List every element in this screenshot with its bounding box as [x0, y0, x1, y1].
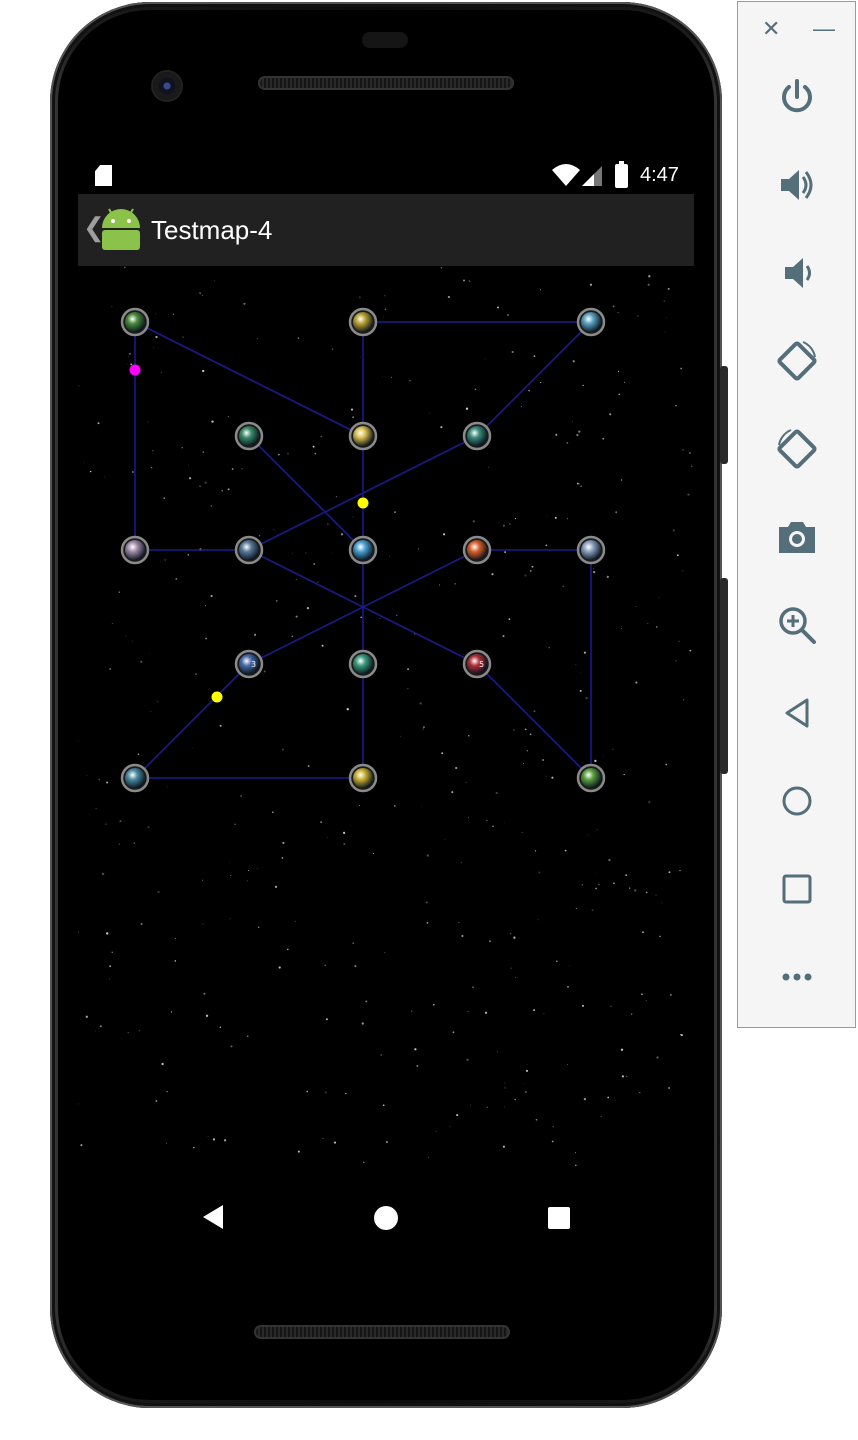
volume-up-icon — [781, 170, 813, 200]
planet-node[interactable] — [576, 307, 606, 337]
screenshot-button[interactable] — [774, 514, 820, 560]
status-bar: 4:47 — [78, 158, 694, 194]
planet-node[interactable] — [348, 535, 378, 565]
earpiece-speaker — [258, 76, 514, 90]
navigation-bar — [78, 1176, 694, 1260]
planet-icon — [581, 312, 601, 332]
overview-icon — [782, 874, 812, 904]
nav-home-button[interactable] — [374, 1206, 398, 1230]
close-icon[interactable]: ✕ — [762, 18, 780, 40]
planet-icon — [125, 312, 145, 332]
android-logo-icon — [102, 208, 140, 250]
planet-icon — [353, 654, 373, 674]
status-time: 4:47 — [640, 164, 679, 186]
planet-node[interactable] — [348, 307, 378, 337]
planet-node[interactable] — [348, 649, 378, 679]
power-icon — [782, 79, 812, 113]
planet-node[interactable] — [120, 307, 150, 337]
planet-icon — [353, 312, 373, 332]
signal-icon — [582, 166, 602, 186]
planet-node[interactable] — [234, 421, 264, 451]
sd-card-icon — [95, 165, 112, 186]
app-title: Testmap-4 — [151, 215, 273, 245]
zoom-icon — [779, 607, 816, 644]
planet-icon — [125, 540, 145, 560]
planet-node[interactable] — [348, 763, 378, 793]
planet-icon — [239, 426, 259, 446]
map-canvas[interactable]: 35 — [78, 266, 694, 1176]
game-map[interactable]: 35 — [78, 266, 694, 1176]
planet-node[interactable]: 5 — [462, 649, 492, 679]
emulator-toolbar: ✕ — — [737, 1, 856, 1028]
rotate-right-button[interactable] — [774, 426, 820, 472]
more-icon — [782, 973, 812, 981]
wifi-icon — [552, 164, 580, 186]
hyperlane — [476, 663, 592, 779]
planet-icon — [467, 426, 487, 446]
planet-icon — [467, 540, 487, 560]
planet-node[interactable] — [120, 535, 150, 565]
nav-recents-button[interactable] — [548, 1207, 570, 1229]
planet-icon — [581, 768, 601, 788]
side-button-power[interactable] — [720, 366, 728, 464]
nav-back-button[interactable] — [203, 1205, 223, 1229]
volume-up-button[interactable] — [774, 162, 820, 208]
fleet-marker[interactable] — [129, 364, 141, 376]
minimize-icon[interactable]: — — [813, 18, 835, 40]
more-button[interactable] — [774, 954, 820, 1000]
planet-icon — [125, 768, 145, 788]
back-icon — [785, 698, 809, 728]
camera-icon — [779, 522, 815, 553]
planet-label: 5 — [479, 660, 484, 669]
rotate-right-icon — [777, 429, 817, 469]
power-button[interactable] — [774, 74, 820, 120]
top-notch — [362, 32, 408, 48]
planet-node[interactable] — [234, 535, 264, 565]
front-camera — [153, 72, 181, 100]
fleet-marker[interactable] — [357, 497, 369, 509]
hyperlane — [134, 321, 364, 437]
bottom-speaker — [254, 1325, 510, 1339]
volume-down-icon — [785, 258, 811, 288]
planet-node[interactable] — [576, 535, 606, 565]
planet-icon — [353, 426, 373, 446]
zoom-button[interactable] — [774, 602, 820, 648]
emulator-home-button[interactable] — [774, 778, 820, 824]
planet-node[interactable]: 3 — [234, 649, 264, 679]
planet-node[interactable] — [348, 421, 378, 451]
hyperlane — [248, 435, 364, 551]
planet-node[interactable] — [462, 535, 492, 565]
emulator-overview-button[interactable] — [774, 866, 820, 912]
planet-node[interactable] — [120, 763, 150, 793]
planet-icon — [239, 540, 259, 560]
emulator-back-button[interactable] — [774, 690, 820, 736]
fleet-marker[interactable] — [211, 691, 223, 703]
volume-down-button[interactable] — [774, 250, 820, 296]
hyperlane — [476, 321, 592, 437]
planet-label: 3 — [251, 660, 256, 669]
planet-icon — [353, 768, 373, 788]
planet-icon — [581, 540, 601, 560]
battery-icon — [615, 161, 628, 188]
planet-node[interactable] — [576, 763, 606, 793]
side-button-volume[interactable] — [720, 578, 728, 774]
rotate-left-icon — [777, 341, 817, 381]
planet-icon — [353, 540, 373, 560]
hyperlane — [134, 663, 250, 779]
app-bar: ❮ Testmap-4 — [78, 194, 694, 266]
home-icon — [782, 786, 812, 816]
planet-node[interactable] — [462, 421, 492, 451]
rotate-left-button[interactable] — [774, 338, 820, 384]
